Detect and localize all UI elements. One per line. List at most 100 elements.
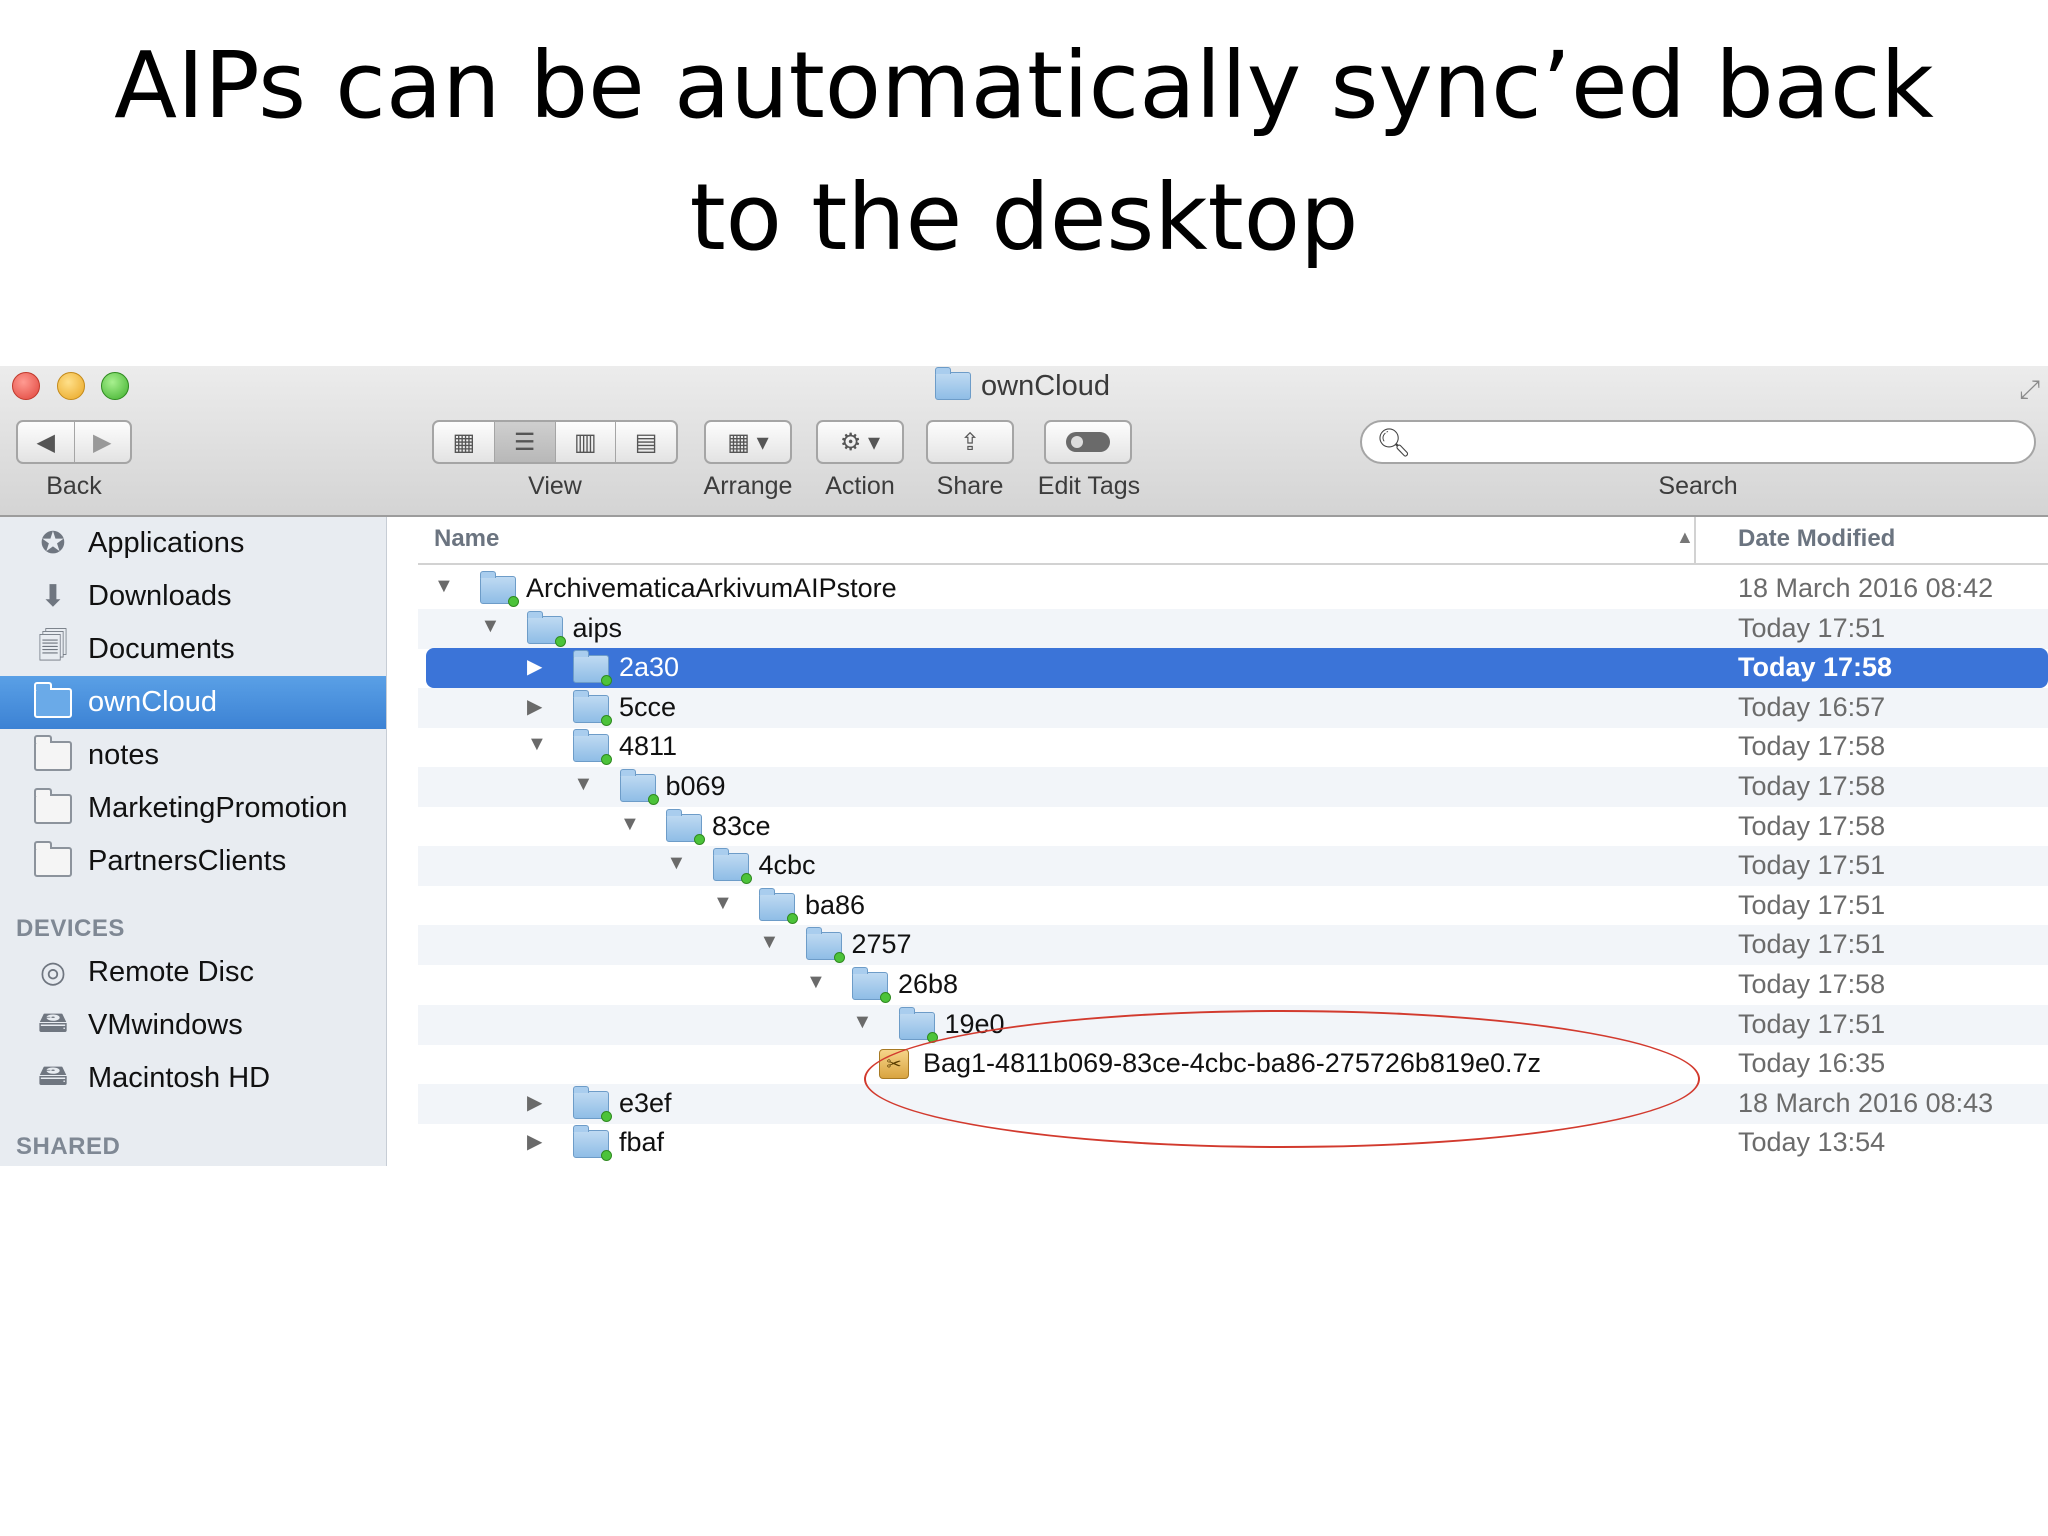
column-divider[interactable] xyxy=(1694,517,1696,563)
disclosure-expanded-icon[interactable]: ▼ xyxy=(434,575,458,598)
sidebar-item-label: Downloads xyxy=(88,580,232,612)
row-name: 4cbc xyxy=(758,850,816,881)
disclosure-expanded-icon[interactable]: ▼ xyxy=(806,971,830,994)
back-button[interactable]: ◀ xyxy=(18,422,75,462)
disclosure-expanded-icon[interactable]: ▼ xyxy=(667,852,691,875)
slide-title-line-1: AIPs can be automatically sync’ed back xyxy=(114,32,1934,139)
fullscreen-icon[interactable]: ⤢ xyxy=(2019,374,2040,406)
disclosure-expanded-icon[interactable]: ▼ xyxy=(713,892,737,915)
sidebar-item-applications[interactable]: ✪ Applications xyxy=(0,517,386,570)
folder-row[interactable]: ▶ 2a30 Today 17:58 xyxy=(426,648,2048,689)
folder-row[interactable]: ▼ 4811 Today 17:58 xyxy=(418,727,2048,767)
slide-title: AIPs can be automatically sync’ed back t… xyxy=(0,20,2048,284)
column-view-button[interactable]: ▥ xyxy=(556,422,617,462)
folder-row[interactable]: ▼ 83ce Today 17:58 xyxy=(418,807,2048,847)
disclosure-collapsed-icon[interactable]: ▶ xyxy=(527,1129,551,1154)
disclosure-expanded-icon[interactable]: ▼ xyxy=(574,773,598,796)
forward-button[interactable]: ▶ xyxy=(75,422,131,462)
icon-view-button[interactable]: ▦ xyxy=(434,422,495,462)
applications-icon: ✪ xyxy=(40,527,66,560)
sidebar-item-macintosh-hd[interactable]: 🖴 Macintosh HD xyxy=(0,1052,386,1105)
sync-status-icon xyxy=(787,912,798,924)
folder-row[interactable]: ▼ 2757 Today 17:51 xyxy=(418,925,2048,966)
sidebar-item-documents[interactable]: 🗐 Documents xyxy=(0,623,386,676)
sidebar-item-partnersclients[interactable]: PartnersClients xyxy=(0,835,386,888)
date-modified-column-header[interactable]: Date Modified xyxy=(1738,525,1895,553)
zoom-window-button[interactable] xyxy=(101,372,129,400)
folder-icon xyxy=(34,681,72,719)
sidebar-item-label: ownCloud xyxy=(88,686,217,718)
list-view-button[interactable]: ☰ xyxy=(494,422,556,462)
name-column-header[interactable]: Name xyxy=(434,525,499,553)
row-date-modified: Today 17:51 xyxy=(1738,1008,1886,1039)
sidebar-item-notes[interactable]: notes xyxy=(0,729,386,782)
folder-row[interactable]: ▼ ArchivematicaArkivumAIPstore 18 March 20… xyxy=(418,569,2048,609)
drive-icon: 🖴 xyxy=(37,1059,69,1092)
disclosure-expanded-icon[interactable]: ▼ xyxy=(620,813,644,836)
folder-icon xyxy=(805,927,845,964)
sidebar-item-marketingpromotion[interactable]: MarketingPromotion xyxy=(0,782,386,835)
share-icon: ⇪ xyxy=(959,428,981,456)
coverflow-view-icon: ▤ xyxy=(634,428,658,456)
folder-icon xyxy=(573,1125,612,1162)
documents-icon: 🗐 xyxy=(38,630,68,663)
disclosure-expanded-icon[interactable]: ▼ xyxy=(760,931,784,954)
sync-status-icon xyxy=(601,675,612,687)
sidebar-item-vmwindows[interactable]: 🖴 VMwindows xyxy=(0,999,386,1052)
disclosure-collapsed-icon[interactable]: ▶ xyxy=(527,654,551,679)
disclosure-collapsed-icon[interactable]: ▶ xyxy=(527,1090,551,1115)
folder-icon xyxy=(852,967,891,1003)
folder-row[interactable]: ▼ 4cbc Today 17:51 xyxy=(418,846,2048,887)
row-date-modified: Today 17:58 xyxy=(1738,731,1886,762)
folder-icon xyxy=(34,840,72,878)
sidebar-item-label: Macintosh HD xyxy=(88,1062,271,1094)
folder-row[interactable]: ▼ ba86 Today 17:51 xyxy=(418,886,2048,926)
forward-arrow-icon: ▶ xyxy=(93,428,112,456)
sync-status-icon xyxy=(880,992,891,1003)
folder-row[interactable]: ▼ b069 Today 17:58 xyxy=(418,767,2048,807)
search-input[interactable]: 🔍︎ xyxy=(1360,420,2036,464)
disclosure-expanded-icon[interactable]: ▼ xyxy=(527,733,551,756)
edit-tags-label: Edit Tags xyxy=(1037,472,1141,500)
sidebar-item-downloads[interactable]: ⬇ Downloads xyxy=(0,570,386,623)
search-icon: 🔍︎ xyxy=(1376,427,1412,458)
coverflow-view-button[interactable]: ▤ xyxy=(616,422,676,462)
row-name: 2757 xyxy=(851,929,912,960)
share-label: Share xyxy=(936,472,1004,500)
row-date-modified: Today 17:51 xyxy=(1738,929,1886,960)
folder-icon xyxy=(573,689,612,726)
folder-icon xyxy=(898,1006,938,1043)
arrange-button[interactable]: ▦ ▾ xyxy=(704,420,792,464)
row-name: 83ce xyxy=(712,810,771,841)
row-name: aips xyxy=(572,612,623,643)
sidebar-item-label: Documents xyxy=(88,633,235,665)
list-view-icon: ☰ xyxy=(513,428,536,456)
window-title: ownCloud xyxy=(935,366,1110,406)
sync-status-icon xyxy=(601,754,612,766)
action-button[interactable]: ⚙ ▾ xyxy=(816,420,904,464)
close-window-button[interactable] xyxy=(12,372,40,400)
sync-status-icon xyxy=(647,794,659,805)
edit-tags-button[interactable] xyxy=(1044,420,1132,464)
row-name: 5cce xyxy=(619,691,677,722)
folder-row[interactable]: ▼ aips Today 17:51 xyxy=(418,608,2048,649)
disc-icon: ◎ xyxy=(39,956,67,989)
row-date-modified: Today 17:51 xyxy=(1738,889,1886,920)
folder-row[interactable]: ▼ 26b8 Today 17:58 xyxy=(418,965,2048,1005)
disclosure-collapsed-icon[interactable]: ▶ xyxy=(527,694,551,719)
sidebar-section-devices: DEVICES xyxy=(16,915,125,942)
folder-icon xyxy=(666,808,705,845)
minimize-window-button[interactable] xyxy=(57,372,85,400)
sidebar-item-owncloud[interactable]: ownCloud xyxy=(0,676,386,729)
disclosure-expanded-icon[interactable]: ▼ xyxy=(481,615,505,638)
action-label: Action xyxy=(825,472,895,500)
sync-status-icon xyxy=(694,833,705,845)
folder-row[interactable]: ▶ 5cce Today 16:57 xyxy=(418,687,2048,728)
share-button[interactable]: ⇪ xyxy=(926,420,1014,464)
row-date-modified: Today 17:58 xyxy=(1738,652,1893,683)
disclosure-expanded-icon[interactable]: ▼ xyxy=(853,1011,877,1034)
folder-icon xyxy=(759,887,798,924)
row-name: ArchivematicaArkivumAIPstore xyxy=(526,573,897,603)
column-view-icon: ▥ xyxy=(574,428,597,456)
sidebar-item-remote-disc[interactable]: ◎ Remote Disc xyxy=(0,946,386,999)
